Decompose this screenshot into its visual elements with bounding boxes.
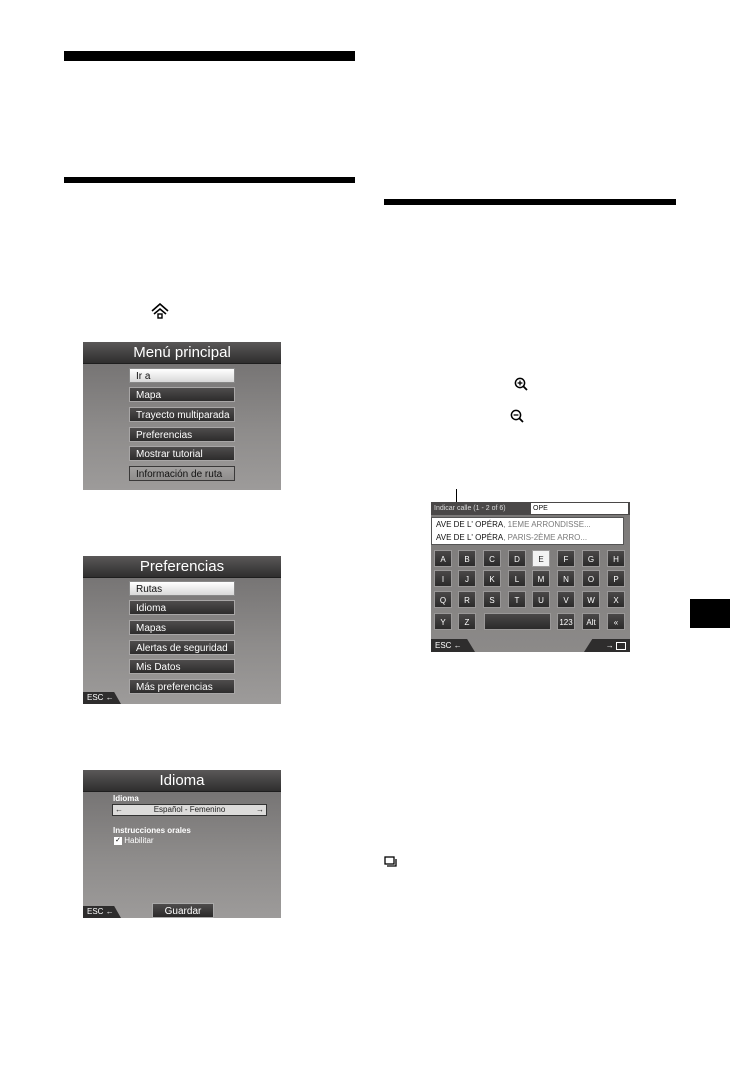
heading-rule: [64, 177, 355, 183]
key[interactable]: Y: [434, 613, 452, 630]
key[interactable]: Q: [434, 591, 452, 608]
voice-section-label: Instrucciones orales: [113, 826, 191, 835]
key[interactable]: N: [557, 570, 575, 587]
result-street: AVE DE L' OPÉRA: [436, 520, 504, 529]
section-tab: [690, 599, 730, 628]
key[interactable]: L: [508, 570, 526, 587]
main-menu-screen: Menú principal Ir a Mapa Trayecto multip…: [83, 342, 281, 490]
heading-rule: [384, 199, 676, 205]
screen-title: Menú principal: [83, 342, 281, 364]
alt-key[interactable]: Alt: [582, 613, 600, 630]
screen-title: Idioma: [83, 770, 281, 792]
key[interactable]: G: [582, 550, 600, 567]
key[interactable]: D: [508, 550, 526, 567]
forward-arrow-icon: →: [605, 641, 614, 650]
key[interactable]: E: [532, 550, 550, 567]
enable-checkbox-row[interactable]: ✓ Habilitar: [114, 836, 154, 845]
language-value: Español - Femenino: [153, 805, 226, 814]
key[interactable]: S: [483, 591, 501, 608]
checkbox-checked-icon[interactable]: ✓: [114, 836, 122, 845]
result-item[interactable]: AVE DE L' OPÉRA, 1EME ARRONDISSE...: [433, 519, 620, 531]
language-section-label: Idioma: [113, 794, 139, 803]
esc-label: ESC: [87, 907, 104, 916]
key[interactable]: V: [557, 591, 575, 608]
esc-button[interactable]: ESC ←: [431, 639, 475, 652]
zoom-in-icon: [514, 377, 528, 391]
key[interactable]: R: [458, 591, 476, 608]
result-item[interactable]: AVE DE L' OPÉRA, PARIS-2ÈME ARRO...: [433, 532, 620, 544]
numbers-key[interactable]: 123: [557, 613, 575, 630]
map-view-icon: [384, 856, 397, 867]
key[interactable]: U: [532, 591, 550, 608]
menu-item-maps[interactable]: Mapas: [129, 620, 235, 635]
language-screen: Idioma Idioma ← Español - Femenino → Ins…: [83, 770, 281, 918]
menu-item-more-preferences[interactable]: Más preferencias: [129, 679, 235, 694]
menu-item-my-data[interactable]: Mis Datos: [129, 659, 235, 674]
save-button[interactable]: Guardar: [152, 903, 214, 918]
backspace-key[interactable]: «: [607, 613, 625, 630]
key[interactable]: I: [434, 570, 452, 587]
menu-item-language[interactable]: Idioma: [129, 600, 235, 615]
key[interactable]: W: [582, 591, 600, 608]
key[interactable]: P: [607, 570, 625, 587]
language-selector[interactable]: ← Español - Femenino →: [112, 804, 267, 816]
home-icon: [151, 303, 169, 319]
key[interactable]: F: [557, 550, 575, 567]
key[interactable]: H: [607, 550, 625, 567]
key[interactable]: T: [508, 591, 526, 608]
key[interactable]: B: [458, 550, 476, 567]
back-arrow-icon: ←: [105, 907, 114, 916]
key[interactable]: M: [532, 570, 550, 587]
menu-item-go-to[interactable]: Ir a: [129, 368, 235, 383]
esc-label: ESC: [435, 641, 452, 650]
enable-label: Habilitar: [124, 836, 154, 845]
key[interactable]: O: [582, 570, 600, 587]
menu-item-map[interactable]: Mapa: [129, 387, 235, 402]
menu-item-route-info[interactable]: Información de ruta: [129, 466, 235, 481]
preferences-screen: Preferencias Rutas Idioma Mapas Alertas …: [83, 556, 281, 704]
heading-rule: [64, 51, 355, 61]
esc-label: ESC: [87, 693, 104, 702]
screen-title: Preferencias: [83, 556, 281, 578]
key[interactable]: C: [483, 550, 501, 567]
menu-item-tutorial[interactable]: Mostrar tutorial: [129, 446, 235, 461]
search-input[interactable]: OPE: [531, 503, 628, 514]
key[interactable]: Z: [458, 613, 476, 630]
map-view-icon: [616, 641, 626, 650]
results-list: AVE DE L' OPÉRA, 1EME ARRONDISSE... AVE …: [431, 517, 624, 545]
key[interactable]: A: [434, 550, 452, 567]
space-key[interactable]: [484, 613, 551, 630]
menu-item-multistop[interactable]: Trayecto multiparada: [129, 407, 235, 422]
key[interactable]: X: [607, 591, 625, 608]
esc-button[interactable]: ESC ←: [83, 906, 121, 918]
street-keyboard-screen: Indicar calle (1 - 2 of 6) OPE AVE DE L'…: [431, 502, 630, 652]
result-street: AVE DE L' OPÉRA: [436, 533, 504, 542]
result-area: , 1EME ARRONDISSE...: [503, 520, 591, 529]
menu-item-preferences[interactable]: Preferencias: [129, 427, 235, 442]
key[interactable]: K: [483, 570, 501, 587]
search-header: Indicar calle (1 - 2 of 6) OPE: [431, 502, 630, 515]
arrow-right-icon[interactable]: →: [256, 805, 264, 815]
menu-item-routes[interactable]: Rutas: [129, 581, 235, 596]
zoom-out-icon: [510, 409, 524, 423]
back-arrow-icon: ←: [453, 641, 462, 650]
back-arrow-icon: ←: [105, 693, 114, 702]
map-toggle-button[interactable]: →: [584, 639, 630, 652]
esc-button[interactable]: ESC ←: [83, 692, 121, 704]
menu-item-safety-alerts[interactable]: Alertas de seguridad: [129, 640, 235, 655]
search-header-label: Indicar calle (1 - 2 of 6): [434, 505, 506, 512]
result-area: , PARIS-2ÈME ARRO...: [503, 533, 588, 542]
key[interactable]: J: [458, 570, 476, 587]
